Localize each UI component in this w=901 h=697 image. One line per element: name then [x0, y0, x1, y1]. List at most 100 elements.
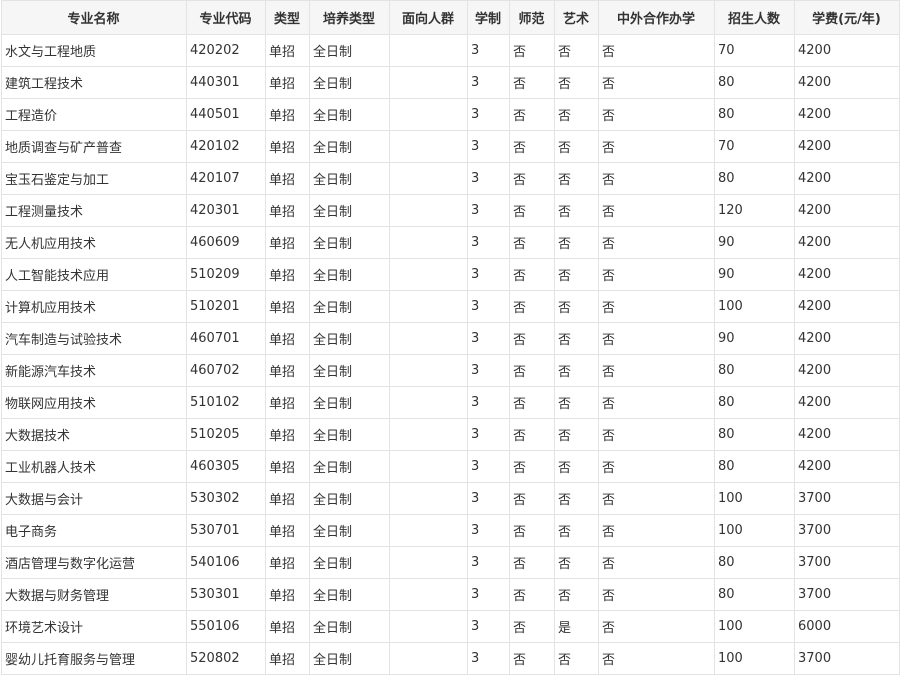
cell-type: 单招: [265, 578, 310, 611]
cell-art: 否: [554, 130, 599, 163]
cell-duration: 3: [467, 258, 510, 291]
cell-sino-foreign: 否: [598, 354, 715, 387]
cell-teacher-training: 否: [509, 450, 555, 483]
cell-target-group: [389, 226, 468, 259]
cell-tuition: 4200: [794, 98, 900, 131]
cell-study-mode: 全日制: [309, 322, 390, 355]
cell-duration: 3: [467, 514, 510, 547]
cell-duration: 3: [467, 354, 510, 387]
table-row: 工程造价 440501 单招 全日制 3 否否否 80 4200: [1, 98, 900, 131]
cell-type: 单招: [265, 418, 310, 451]
header-target-group: 面向人群: [389, 0, 468, 35]
cell-target-group: [389, 290, 468, 323]
cell-type: 单招: [265, 66, 310, 99]
cell-sino-foreign: 否: [598, 386, 715, 419]
cell-type: 单招: [265, 546, 310, 579]
cell-duration: 3: [467, 290, 510, 323]
cell-sino-foreign: 否: [598, 482, 715, 515]
cell-study-mode: 全日制: [309, 66, 390, 99]
cell-sino-foreign: 否: [598, 418, 715, 451]
cell-teacher-training: 否: [509, 290, 555, 323]
header-tuition: 学费(元/年): [794, 0, 900, 35]
cell-tuition: 4200: [794, 194, 900, 227]
cell-study-mode: 全日制: [309, 482, 390, 515]
cell-enrollment: 100: [714, 290, 795, 323]
cell-type: 单招: [265, 290, 310, 323]
cell-type: 单招: [265, 354, 310, 387]
cell-duration: 3: [467, 482, 510, 515]
cell-major-code: 510201: [186, 290, 266, 323]
cell-major-name: 大数据技术: [1, 418, 187, 451]
cell-duration: 3: [467, 546, 510, 579]
cell-major-name: 大数据与会计: [1, 482, 187, 515]
cell-tuition: 3700: [794, 546, 900, 579]
cell-type: 单招: [265, 610, 310, 643]
cell-enrollment: 80: [714, 578, 795, 611]
cell-teacher-training: 否: [509, 98, 555, 131]
cell-type: 单招: [265, 130, 310, 163]
cell-art: 否: [554, 290, 599, 323]
cell-sino-foreign: 否: [598, 258, 715, 291]
table-row: 无人机应用技术 460609 单招 全日制 3 否否否 90 4200: [1, 226, 900, 259]
cell-teacher-training: 否: [509, 322, 555, 355]
cell-duration: 3: [467, 66, 510, 99]
cell-target-group: [389, 418, 468, 451]
header-major-code: 专业代码: [186, 0, 266, 35]
table-row: 工业机器人技术 460305 单招 全日制 3 否否否 80 4200: [1, 450, 900, 483]
cell-study-mode: 全日制: [309, 642, 390, 675]
cell-major-name: 新能源汽车技术: [1, 354, 187, 387]
cell-type: 单招: [265, 98, 310, 131]
table-row: 宝玉石鉴定与加工 420107 单招 全日制 3 否否否 80 4200: [1, 162, 900, 195]
cell-type: 单招: [265, 642, 310, 675]
cell-art: 否: [554, 98, 599, 131]
header-major-name: 专业名称: [1, 0, 187, 35]
header-duration: 学制: [467, 0, 510, 35]
cell-tuition: 4200: [794, 66, 900, 99]
cell-teacher-training: 否: [509, 66, 555, 99]
cell-tuition: 4200: [794, 258, 900, 291]
cell-study-mode: 全日制: [309, 418, 390, 451]
cell-study-mode: 全日制: [309, 258, 390, 291]
cell-duration: 3: [467, 226, 510, 259]
cell-teacher-training: 否: [509, 34, 555, 67]
cell-study-mode: 全日制: [309, 98, 390, 131]
table-row: 汽车制造与试验技术 460701 单招 全日制 3 否否否 90 4200: [1, 322, 900, 355]
table-row: 大数据与财务管理 530301 单招 全日制 3 否否否 80 3700: [1, 578, 900, 611]
cell-major-name: 无人机应用技术: [1, 226, 187, 259]
cell-major-code: 420301: [186, 194, 266, 227]
cell-target-group: [389, 322, 468, 355]
cell-enrollment: 100: [714, 642, 795, 675]
cell-art: 否: [554, 162, 599, 195]
header-enrollment: 招生人数: [714, 0, 795, 35]
cell-teacher-training: 否: [509, 130, 555, 163]
cell-major-code: 420107: [186, 162, 266, 195]
cell-art: 否: [554, 194, 599, 227]
cell-type: 单招: [265, 514, 310, 547]
cell-major-name: 大数据与财务管理: [1, 578, 187, 611]
cell-major-name: 婴幼儿托育服务与管理: [1, 642, 187, 675]
cell-major-code: 510205: [186, 418, 266, 451]
cell-major-code: 530701: [186, 514, 266, 547]
table-row: 地质调查与矿产普查 420102 单招 全日制 3 否否否 70 4200: [1, 130, 900, 163]
cell-major-name: 工业机器人技术: [1, 450, 187, 483]
cell-teacher-training: 否: [509, 386, 555, 419]
cell-target-group: [389, 66, 468, 99]
majors-table: 专业名称 专业代码 类型 培养类型 面向人群 学制 师范 艺术 中外合作办学 招…: [1, 0, 900, 675]
table-row: 大数据技术 510205 单招 全日制 3 否否否 80 4200: [1, 418, 900, 451]
cell-study-mode: 全日制: [309, 130, 390, 163]
cell-type: 单招: [265, 258, 310, 291]
cell-major-code: 530301: [186, 578, 266, 611]
table-row: 婴幼儿托育服务与管理 520802 单招 全日制 3 否否否 100 3700: [1, 642, 900, 675]
cell-teacher-training: 否: [509, 578, 555, 611]
cell-art: 否: [554, 354, 599, 387]
cell-sino-foreign: 否: [598, 290, 715, 323]
header-sino-foreign: 中外合作办学: [598, 0, 715, 35]
cell-duration: 3: [467, 130, 510, 163]
cell-art: 否: [554, 418, 599, 451]
cell-enrollment: 90: [714, 322, 795, 355]
cell-enrollment: 80: [714, 162, 795, 195]
cell-study-mode: 全日制: [309, 194, 390, 227]
cell-target-group: [389, 354, 468, 387]
cell-duration: 3: [467, 34, 510, 67]
cell-art: 否: [554, 642, 599, 675]
